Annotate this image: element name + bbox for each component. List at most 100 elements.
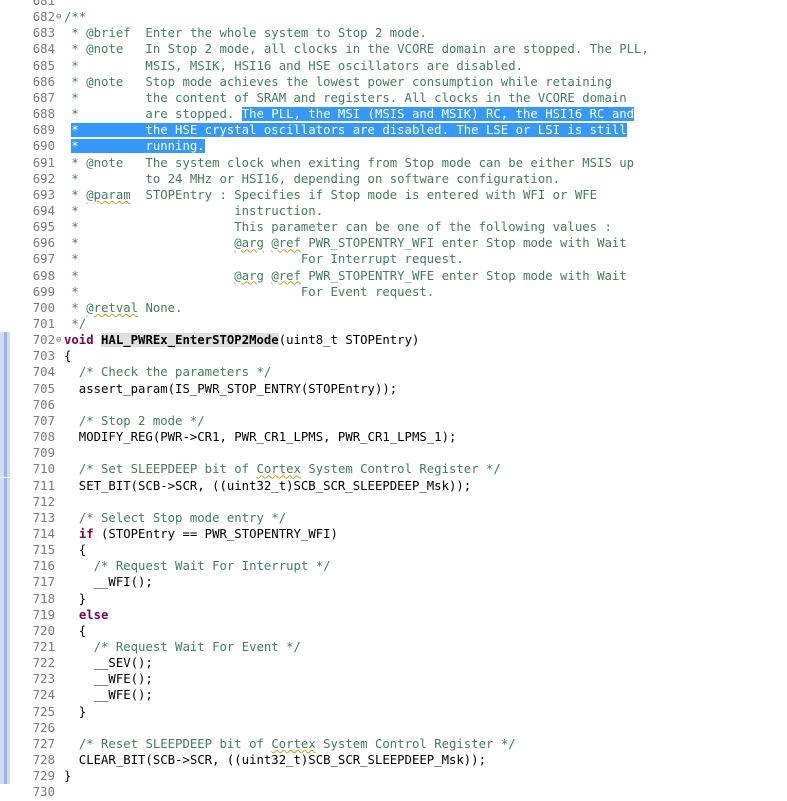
code-token: SET_BIT(SCB->SCR, ((uint32_t)SCB_SCR_SLE… (64, 478, 472, 493)
line-number: 699 (32, 284, 55, 299)
keyword: if (78, 526, 94, 541)
change-ruler (0, 542, 10, 559)
code-line[interactable]: 697 * For Interrupt request. (0, 251, 787, 267)
code-text: /* Set SLEEPDEEP bit of Cortex System Co… (64, 461, 501, 477)
code-token: assert_param(IS_PWR_STOP_ENTRY(STOPEntry… (64, 381, 398, 396)
code-line[interactable]: 728 CLEAR_BIT(SCB->SCR, ((uint32_t)SCB_S… (0, 752, 787, 769)
code-line[interactable]: 715 { (0, 542, 787, 559)
code-line[interactable]: 712 (0, 493, 787, 510)
code-line[interactable]: 710 /* Set SLEEPDEEP bit of Cortex Syste… (0, 461, 787, 478)
code-token: MODIFY_REG(PWR->CR1, PWR_CR1_LPMS, PWR_C… (64, 430, 457, 445)
code-line[interactable]: 684 * @note In Stop 2 mode, all clocks i… (0, 41, 787, 57)
code-line[interactable]: 681 (0, 0, 787, 9)
line-number: 714 (32, 526, 55, 541)
change-ruler (0, 9, 10, 25)
comment-text: * the content of SRAM and registers. All… (64, 90, 627, 105)
code-editor[interactable]: 681 682 ⊖/** 683 * @brief Enter the whole s… (0, 0, 787, 800)
code-text: * For Event request. (64, 284, 434, 300)
code-token: } (64, 591, 87, 606)
code-line[interactable]: 719 else (0, 606, 787, 623)
line-number: 681 (32, 0, 55, 8)
code-line[interactable]: 702 ⊖ void HAL_PWREx_EnterSTOP2Mode(uint8_… (0, 332, 787, 349)
code-line[interactable]: 701 */ (0, 316, 787, 332)
change-ruler (0, 590, 10, 607)
line-number: 701 (32, 317, 55, 331)
code-line[interactable]: 700 * @retval None. (0, 300, 787, 316)
code-line[interactable]: 689 * the HSE crystal oscillators are di… (0, 122, 787, 138)
change-ruler (0, 25, 10, 41)
code-line[interactable]: 704 /* Check the parameters */ (0, 364, 787, 381)
code-text: * @arg @ref PWR_STOPENTRY_WFE enter Stop… (64, 268, 626, 284)
code-text: __SEV(); (64, 655, 153, 671)
line-number: 729 (32, 769, 55, 784)
code-line[interactable]: 709 (0, 445, 787, 462)
code-text: * @retval None. (64, 300, 182, 316)
code-line[interactable]: 683 * @brief Enter the whole system to S… (0, 25, 787, 41)
change-ruler (0, 58, 10, 74)
change-ruler (0, 622, 10, 640)
code-line[interactable]: 718 } (0, 590, 787, 607)
code-text: * @brief Enter the whole system to Stop … (64, 25, 426, 41)
selected-text: * the HSE crystal oscillators are disabl… (71, 123, 627, 138)
code-line[interactable]: 721 /* Request Wait For Event */ (0, 639, 787, 656)
code-line[interactable]: 686 * @note Stop mode achieves the lowes… (0, 74, 787, 90)
change-ruler (0, 574, 10, 591)
code-line[interactable]: 698 * @arg @ref PWR_STOPENTRY_WFE enter … (0, 268, 787, 284)
code-line[interactable]: 708 MODIFY_REG(PWR->CR1, PWR_CR1_LPMS, P… (0, 429, 787, 446)
change-ruler (0, 364, 10, 381)
line-number: 705 (32, 381, 55, 396)
code-line[interactable]: 713 /* Select Stop mode entry */ (0, 509, 787, 527)
code-line[interactable]: 691 * @note The system clock when exitin… (0, 155, 787, 171)
code-line[interactable]: 722 __SEV(); (0, 655, 787, 672)
code-line[interactable]: 688 * are stopped. The PLL, the MSI (MSI… (0, 106, 787, 122)
line-number: 707 (32, 413, 55, 428)
code-line[interactable]: 711 SET_BIT(SCB->SCR, ((uint32_t)SCB_SCR… (0, 477, 787, 494)
change-ruler (0, 235, 10, 251)
line-number: 690 (32, 139, 55, 154)
code-line[interactable]: 694 * instruction. (0, 203, 787, 219)
code-line[interactable]: 703 { (0, 348, 787, 365)
code-text: MODIFY_REG(PWR->CR1, PWR_CR1_LPMS, PWR_C… (64, 429, 457, 445)
code-line[interactable]: 717 __WFI(); (0, 574, 787, 591)
code-line[interactable]: 682 ⊖/** (0, 9, 787, 25)
change-ruler (0, 138, 10, 154)
code-line[interactable]: 696 * @arg @ref PWR_STOPENTRY_WFI enter … (0, 235, 787, 251)
line-number: 708 (32, 430, 55, 445)
code-line[interactable]: 705 assert_param(IS_PWR_STOP_ENTRY(STOPE… (0, 380, 787, 397)
comment-text: /* Set SLEEPDEEP bit of (78, 462, 257, 477)
code-line[interactable]: 706 (0, 396, 787, 414)
code-line[interactable]: 729} (0, 768, 787, 785)
line-number: 688 (32, 107, 55, 122)
code-line[interactable]: 714 if (STOPEntry == PWR_STOPENTRY_WFI) (0, 525, 787, 543)
code-line[interactable]: 692 * to 24 MHz or HSI16, depending on s… (0, 171, 787, 187)
comment-text: STOPEntry : Specifies if Stop mode is en… (130, 187, 598, 202)
change-ruler (0, 74, 10, 90)
code-line[interactable]: 695 * This parameter can be one of the f… (0, 219, 787, 235)
code-text: /* Request Wait For Interrupt */ (64, 558, 331, 574)
line-number: 694 (32, 203, 55, 218)
code-text: CLEAR_BIT(SCB->SCR, ((uint32_t)SCB_SCR_S… (64, 752, 486, 768)
spelling-warning-text: @arg (234, 268, 264, 283)
code-line[interactable]: 693 * @param STOPEntry : Specifies if St… (0, 187, 787, 203)
code-line[interactable]: 690 * running. (0, 138, 787, 154)
spelling-warning-text: Cortex (256, 462, 301, 477)
code-line[interactable]: 724 __WFE(); (0, 687, 787, 704)
code-line[interactable]: 726 (0, 719, 787, 737)
code-line[interactable]: 725 } (0, 703, 787, 720)
change-ruler (0, 687, 10, 704)
code-text: if (STOPEntry == PWR_STOPENTRY_WFI) (64, 526, 338, 542)
code-line[interactable]: 720 { (0, 622, 787, 640)
code-line[interactable]: 687 * the content of SRAM and registers.… (0, 90, 787, 106)
code-line[interactable]: 727 /* Reset SLEEPDEEP bit of Cortex Sys… (0, 735, 787, 753)
change-ruler (0, 348, 10, 365)
spelling-warning-text: @arg (234, 236, 264, 251)
code-token: __SEV(); (64, 656, 153, 671)
line-number: 727 (32, 736, 55, 751)
code-line[interactable]: 723 __WFE(); (0, 671, 787, 688)
code-line[interactable]: 685 * MSIS, MSIK, HSI16 and HSE oscillat… (0, 58, 787, 74)
code-line[interactable]: 730 (0, 784, 787, 800)
code-line[interactable]: 707 /* Stop 2 mode */ (0, 412, 787, 430)
code-line[interactable]: 716 /* Request Wait For Interrupt */ (0, 558, 787, 575)
code-line[interactable]: 699 * For Event request. (0, 284, 787, 300)
